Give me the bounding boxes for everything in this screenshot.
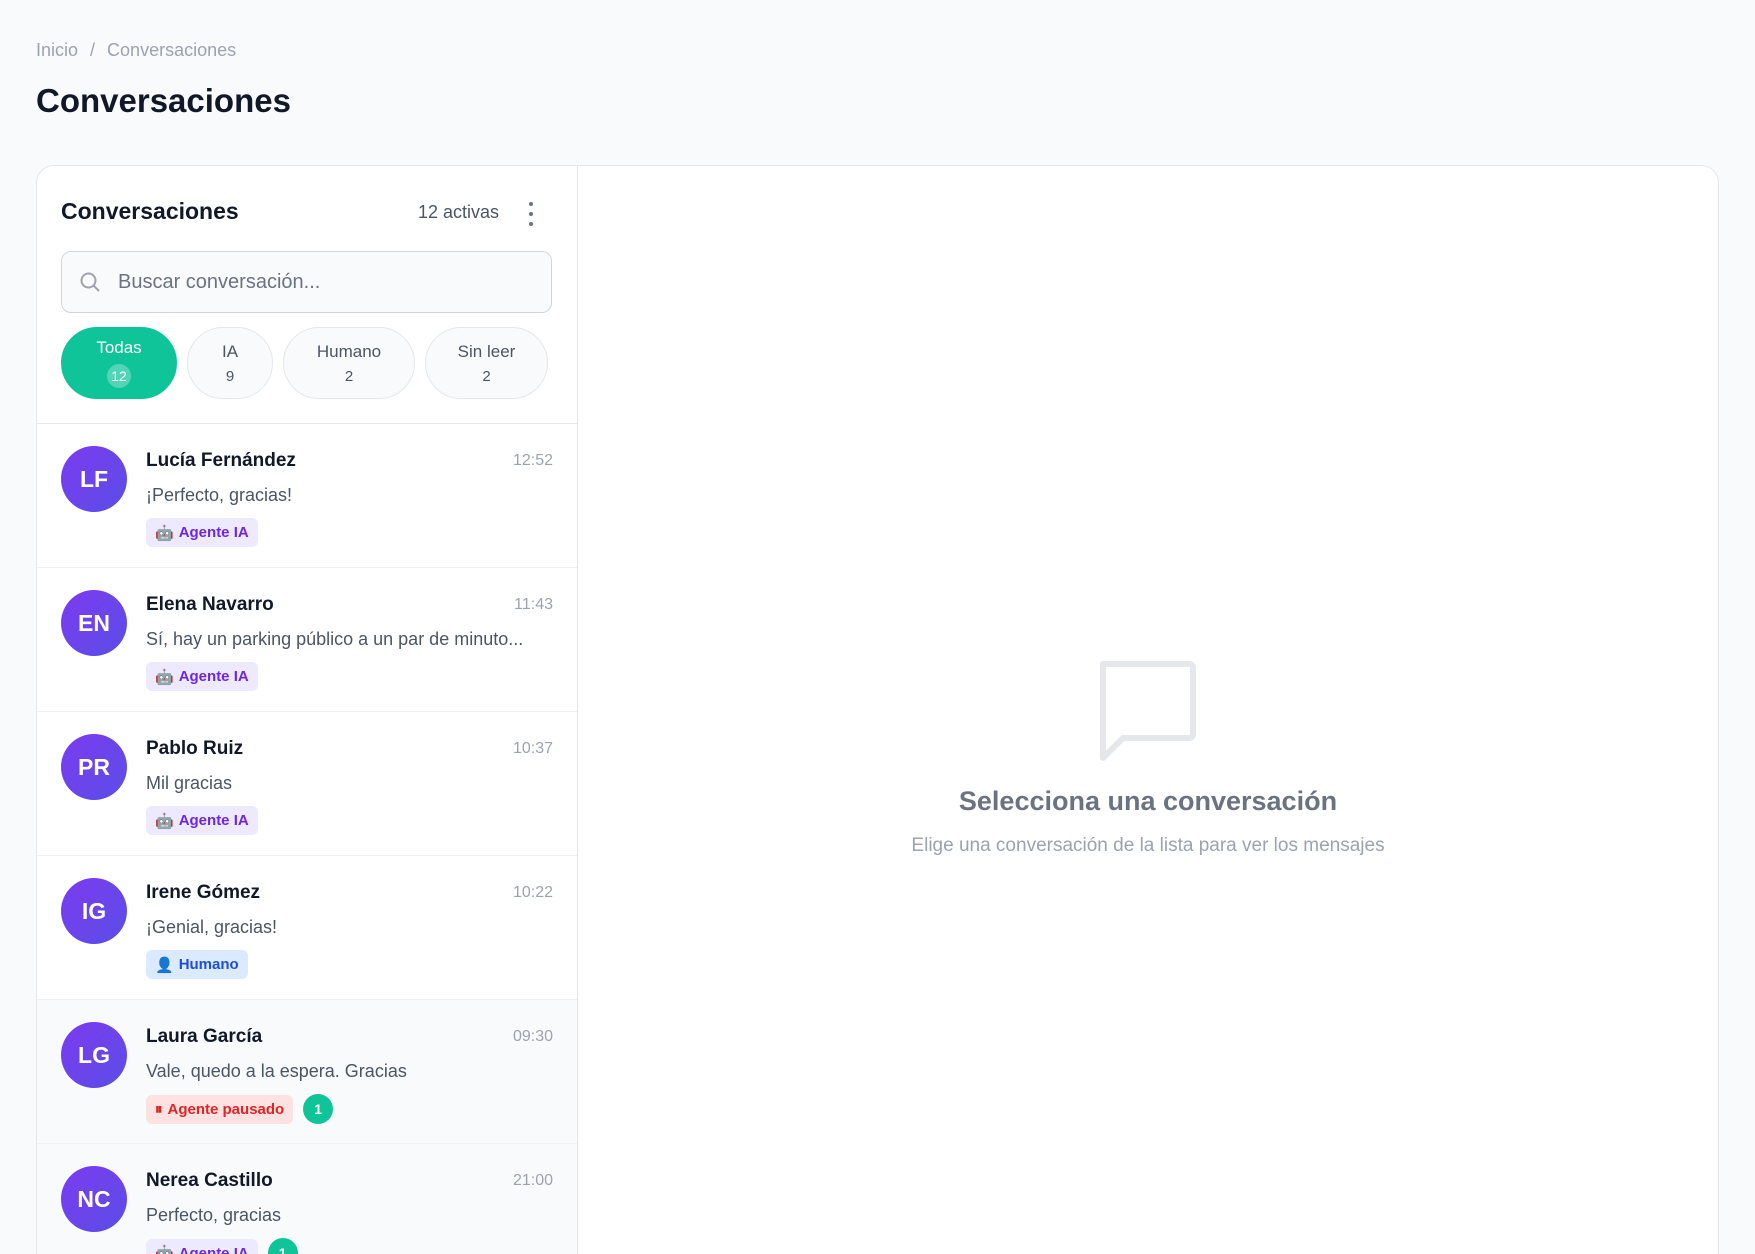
conversation-item[interactable]: IG Irene Gómez 10:22 ¡Genial, gracias! 👤 Huma…: [37, 856, 577, 1000]
unread-count-badge: 1: [303, 1094, 334, 1124]
filter-chip-humano[interactable]: Humano 2: [283, 327, 415, 399]
conversation-list: LF Lucía Fernández 12:52 ¡Perfecto, gracias…: [37, 424, 577, 1254]
avatar: LF: [61, 446, 127, 512]
filter-chip-todas[interactable]: Todas 12: [61, 327, 177, 399]
robot-icon: 🤖: [155, 668, 174, 686]
filter-chip-sin-leer[interactable]: Sin leer 2: [425, 327, 548, 399]
empty-state-subtitle: Elige una conversación de la lista para …: [911, 835, 1385, 856]
unread-count-badge: 1: [267, 1238, 298, 1254]
contact-name: Irene Gómez: [146, 882, 261, 903]
status-badge: ⏸ Agente pausado: [146, 1094, 294, 1124]
pause-icon: ⏸: [155, 1100, 163, 1118]
empty-state-title: Selecciona una conversación: [958, 786, 1338, 816]
filter-chip-count: 2: [482, 367, 491, 385]
status-badge-label: Agente IA: [178, 524, 249, 541]
filter-chip-label: Sin leer: [457, 341, 516, 361]
breadcrumb-home-link[interactable]: Inicio: [36, 40, 78, 61]
active-count: 12 activas: [417, 202, 499, 222]
filter-chips: Todas 12 IA 9 Humano 2 Sin leer 2: [61, 327, 548, 399]
robot-icon: 🤖: [155, 1245, 174, 1254]
conversation-tags: ⏸ Agente pausado 1: [146, 1094, 334, 1124]
message-time: 11:43: [514, 596, 553, 613]
status-badge-label: Humano: [178, 956, 239, 973]
avatar: NC: [61, 1166, 127, 1232]
conversation-tags: 👤 Humano: [146, 950, 248, 979]
conversation-tags: 🤖 Agente IA: [146, 518, 258, 547]
conversation-tags: 🤖 Agente IA 1: [146, 1238, 298, 1254]
status-badge-label: Agente IA: [178, 1244, 249, 1254]
message-time: 12:52: [512, 452, 553, 469]
message-time: 09:30: [512, 1028, 553, 1045]
filter-chip-count: 12: [107, 364, 131, 388]
contact-name: Pablo Ruiz: [146, 738, 244, 759]
message-time: 21:00: [512, 1172, 553, 1189]
sidebar-title: Conversaciones: [61, 198, 239, 224]
conversation-panel: Selecciona una conversación Elige una co…: [578, 166, 1718, 1254]
filter-chip-label: Humano: [316, 341, 382, 361]
message-preview: Vale, quedo a la espera. Gracias: [146, 1061, 407, 1081]
filter-chip-label: Todas: [96, 338, 142, 357]
message-preview: Mil gracias: [146, 773, 233, 793]
contact-name: Laura García: [146, 1026, 263, 1047]
contact-name: Elena Navarro: [146, 594, 274, 615]
breadcrumb-separator: /: [90, 40, 96, 60]
chat-bubble-icon: [1100, 661, 1196, 761]
message-preview: ¡Genial, gracias!: [146, 917, 278, 937]
message-time: 10:22: [512, 884, 553, 901]
breadcrumb: Inicio / Conversaciones: [36, 40, 236, 61]
conversation-item[interactable]: PR Pablo Ruiz 10:37 Mil gracias 🤖 Agente IA: [37, 712, 577, 856]
search-icon: [80, 272, 100, 292]
message-preview: ¡Perfecto, gracias!: [146, 485, 293, 505]
message-time: 10:37: [512, 740, 553, 757]
conversations-card: Conversaciones 12 activas Todas 12 IA 9: [36, 165, 1719, 1254]
search-input[interactable]: [118, 270, 518, 294]
conversation-item[interactable]: LF Lucía Fernández 12:52 ¡Perfecto, gracias…: [37, 424, 577, 568]
robot-icon: 🤖: [155, 812, 174, 830]
filter-chip-label: IA: [221, 341, 239, 361]
empty-state: Selecciona una conversación Elige una co…: [578, 656, 1718, 857]
page-title: Conversaciones: [36, 82, 291, 119]
contact-name: Lucía Fernández: [146, 450, 296, 471]
avatar: EN: [61, 590, 127, 656]
status-badge: 👤 Humano: [146, 950, 248, 979]
conversation-tags: 🤖 Agente IA: [146, 662, 258, 691]
person-icon: 👤: [155, 956, 174, 974]
avatar: PR: [61, 734, 127, 800]
search-box: [61, 251, 552, 313]
conversation-item[interactable]: LG Laura García 09:30 Vale, quedo a la espe…: [37, 1000, 577, 1144]
filter-chip-count: 2: [344, 367, 354, 385]
status-badge-label: Agente IA: [178, 668, 249, 685]
sidebar-header: Conversaciones 12 activas Todas 12 IA 9: [37, 166, 577, 424]
status-badge-label: Agente pausado: [167, 1100, 285, 1118]
status-badge: 🤖 Agente IA: [146, 662, 258, 691]
robot-icon: 🤖: [155, 524, 174, 542]
breadcrumb-current: Conversaciones: [107, 40, 237, 60]
message-preview: Perfecto, gracias: [146, 1205, 282, 1225]
status-badge: 🤖 Agente IA: [146, 806, 258, 835]
conversation-tags: 🤖 Agente IA: [146, 806, 258, 835]
status-badge-label: Agente IA: [178, 812, 249, 829]
filter-chip-ia[interactable]: IA 9: [187, 327, 273, 399]
avatar: LG: [61, 1022, 127, 1088]
status-badge: 🤖 Agente IA: [146, 1238, 258, 1254]
conversation-sidebar: Conversaciones 12 activas Todas 12 IA 9: [37, 166, 578, 1254]
message-preview: Sí, hay un parking público a un par de m…: [146, 629, 524, 649]
contact-name: Nerea Castillo: [146, 1170, 273, 1191]
status-badge: 🤖 Agente IA: [146, 518, 258, 547]
conversation-item[interactable]: NC Nerea Castillo 21:00 Perfecto, gracias 🤖 A…: [37, 1144, 577, 1254]
kebab-icon[interactable]: [525, 202, 537, 226]
conversation-item[interactable]: EN Elena Navarro 11:43 Sí, hay un parking p…: [37, 568, 577, 712]
filter-chip-count: 9: [225, 367, 235, 385]
avatar: IG: [61, 878, 127, 944]
